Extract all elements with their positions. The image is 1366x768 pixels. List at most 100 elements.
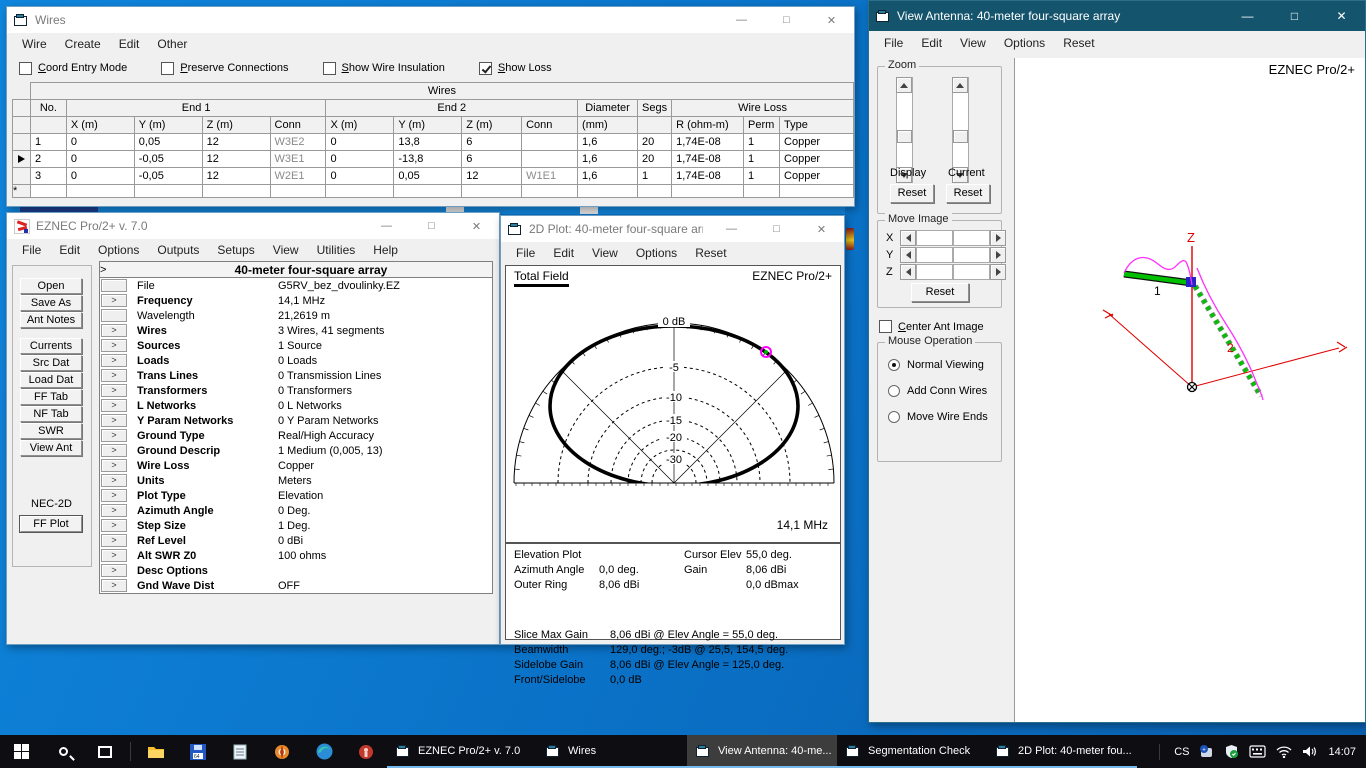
sidebar-button[interactable]: SWR	[20, 423, 82, 439]
taskbar-app-button[interactable]: View Antenna: 40-me...	[687, 735, 837, 768]
menu-item[interactable]: Edit	[50, 241, 89, 259]
parameter-row[interactable]: > L Networks 0 L Networks	[100, 398, 492, 413]
col-type[interactable]: Type	[780, 117, 854, 134]
parameter-row[interactable]: > Ground Descrip 1 Medium (0,005, 13)	[100, 443, 492, 458]
search-button[interactable]	[42, 735, 84, 768]
menu-item[interactable]: Edit	[110, 35, 149, 53]
col-end2[interactable]: End 2	[326, 100, 578, 117]
maximize-icon[interactable]: □	[754, 216, 799, 242]
parameter-row[interactable]: > Transformers 0 Transformers	[100, 383, 492, 398]
col-r[interactable]: R (ohm-m)	[672, 117, 744, 134]
pinned-app-red-button[interactable]	[345, 735, 387, 768]
wires-option-checkbox[interactable]: Show Loss	[479, 62, 552, 75]
wires-option-checkbox[interactable]: Preserve Connections	[161, 62, 288, 75]
move-left-icon[interactable]	[900, 230, 916, 246]
expand-arrow-icon[interactable]: >	[100, 264, 130, 276]
minimize-icon[interactable]: —	[719, 7, 764, 33]
row-selector[interactable]	[13, 134, 31, 151]
maximize-icon[interactable]: □	[764, 7, 809, 33]
current-reset-button[interactable]: Reset	[946, 184, 990, 203]
start-button[interactable]	[0, 735, 42, 768]
language-indicator[interactable]: CS	[1174, 746, 1189, 758]
expand-arrow-icon[interactable]: >	[101, 429, 127, 442]
minimize-icon[interactable]: —	[709, 216, 754, 242]
parameter-row[interactable]: > Frequency 14,1 MHz	[100, 293, 492, 308]
expand-arrow-icon[interactable]: >	[101, 414, 127, 427]
parameter-row[interactable]: > Step Size 1 Deg.	[100, 518, 492, 533]
expand-arrow-icon[interactable]: >	[101, 339, 127, 352]
new-row[interactable]: *	[13, 185, 854, 198]
menu-item[interactable]: Reset	[686, 244, 735, 262]
parameter-row[interactable]: > Trans Lines 0 Transmission Lines	[100, 368, 492, 383]
menu-item[interactable]: File	[507, 244, 544, 262]
parameter-row[interactable]: > Alt SWR Z0 100 ohms	[100, 548, 492, 563]
parameter-row[interactable]: > Sources 1 Source	[100, 338, 492, 353]
sidebar-button[interactable]: FF Tab	[20, 389, 82, 405]
parameter-row[interactable]: > Ground Type Real/High Accuracy	[100, 428, 492, 443]
menu-item[interactable]: Options	[627, 244, 686, 262]
wires-option-checkbox[interactable]: Coord Entry Mode	[19, 62, 127, 75]
menu-item[interactable]: View	[264, 241, 308, 259]
move-left-icon[interactable]	[900, 247, 916, 263]
mouse-mode-radio[interactable]: Add Conn Wires	[888, 385, 988, 397]
parameter-row[interactable]: > Units Meters	[100, 473, 492, 488]
expand-arrow-icon[interactable]	[101, 279, 127, 292]
parameter-row[interactable]: > Gnd Wave Dist OFF	[100, 578, 492, 593]
parameter-row[interactable]: > Azimuth Angle 0 Deg.	[100, 503, 492, 518]
menu-item[interactable]: Setups	[208, 241, 263, 259]
pinned-app-floppy-button[interactable]: 64	[177, 735, 219, 768]
sidebar-button[interactable]: Currents	[20, 338, 82, 354]
notepad-button[interactable]	[219, 735, 261, 768]
close-icon[interactable]: ✕	[1318, 1, 1365, 31]
move-track[interactable]	[953, 264, 990, 280]
close-icon[interactable]: ✕	[809, 7, 854, 33]
parameter-row[interactable]: > Wire Loss Copper	[100, 458, 492, 473]
move-reset-button[interactable]: Reset	[911, 283, 969, 302]
col-y2[interactable]: Y (m)	[394, 117, 462, 134]
expand-arrow-icon[interactable]: >	[101, 564, 127, 577]
scroll-thumb[interactable]	[897, 130, 912, 143]
menu-item[interactable]: Edit	[544, 244, 583, 262]
table-row[interactable]: 100,0512 W3E2 013,86 1,6201,74E-081Coppe…	[13, 134, 854, 151]
maximize-icon[interactable]: □	[1271, 1, 1318, 31]
taskbar-app-button[interactable]: Wires	[537, 735, 687, 768]
col-y1[interactable]: Y (m)	[134, 117, 202, 134]
taskbar-app-button[interactable]: 2D Plot: 40-meter fou...	[987, 735, 1137, 768]
sidebar-button[interactable]: Ant Notes	[20, 312, 82, 328]
col-perm[interactable]: Perm	[744, 117, 780, 134]
expand-arrow-icon[interactable]: >	[101, 504, 127, 517]
minimize-icon[interactable]: —	[1224, 1, 1271, 31]
mouse-mode-radio[interactable]: Move Wire Ends	[888, 411, 988, 423]
menu-item[interactable]: File	[875, 34, 912, 52]
col-z2[interactable]: Z (m)	[462, 117, 522, 134]
move-track[interactable]	[953, 247, 990, 263]
expand-arrow-icon[interactable]: >	[101, 474, 127, 487]
expand-arrow-icon[interactable]: >	[101, 489, 127, 502]
menu-item[interactable]: View	[951, 34, 995, 52]
row-selector[interactable]	[13, 168, 31, 185]
parameter-row[interactable]: > Wires 3 Wires, 41 segments	[100, 323, 492, 338]
expand-arrow-icon[interactable]: >	[101, 399, 127, 412]
view-titlebar[interactable]: View Antenna: 40-meter four-square array…	[869, 1, 1365, 31]
table-row[interactable]: 20-0,0512 W3E1 0-13,86 1,6201,74E-081Cop…	[13, 151, 854, 168]
clock[interactable]: 14:07	[1328, 746, 1356, 758]
menu-item[interactable]: Outputs	[148, 241, 208, 259]
move-track[interactable]	[953, 230, 990, 246]
col-mm[interactable]: (mm)	[578, 117, 638, 134]
col-no[interactable]: No.	[30, 100, 66, 117]
menu-item[interactable]: View	[583, 244, 627, 262]
close-icon[interactable]: ✕	[454, 213, 499, 239]
menu-item[interactable]: Options	[995, 34, 1054, 52]
wires-titlebar[interactable]: Wires — □ ✕	[7, 7, 854, 33]
expand-arrow-icon[interactable]	[101, 309, 127, 322]
pinned-app-compass-button[interactable]	[261, 735, 303, 768]
col-segs[interactable]: Segs	[638, 100, 672, 117]
table-row[interactable]: 30-0,0512 W2E1 00,0512 W1E1 1,611,74E-08…	[13, 168, 854, 185]
col-conn2[interactable]: Conn	[522, 117, 578, 134]
parameter-row[interactable]: Wavelength 21,2619 m	[100, 308, 492, 323]
plot-titlebar[interactable]: 2D Plot: 40-meter four-square array — □ …	[501, 216, 844, 242]
sidebar-button[interactable]: Save As	[20, 295, 82, 311]
parameter-row[interactable]: > Plot Type Elevation	[100, 488, 492, 503]
move-right-icon[interactable]	[990, 230, 1006, 246]
move-left-icon[interactable]	[900, 264, 916, 280]
